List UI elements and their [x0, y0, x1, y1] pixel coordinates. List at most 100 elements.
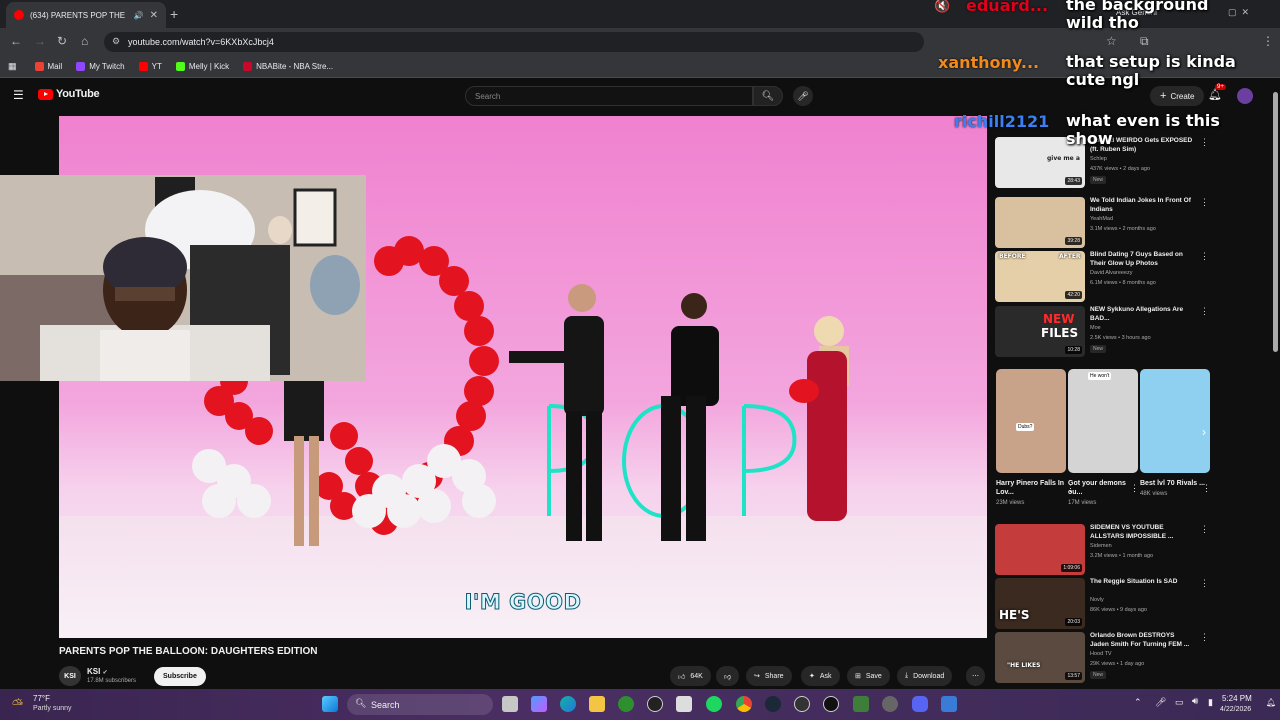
video-thumbnail[interactable]: 20:03 HE'S	[995, 578, 1085, 629]
short-title[interactable]: Best lvl 70 Rivals ...	[1140, 479, 1210, 488]
edge-icon[interactable]	[560, 696, 576, 712]
terminal-icon[interactable]	[823, 696, 839, 712]
xbox-icon[interactable]	[618, 696, 634, 712]
weather-temperature[interactable]: 77°F	[33, 694, 50, 703]
short-item[interactable]: Best lvl 70 Rivals ... 48K views ⋮	[1140, 369, 1211, 497]
speaker-icon[interactable]: 🔊	[134, 11, 144, 20]
forward-icon[interactable]: →	[34, 34, 46, 48]
shorts-next-arrow-icon[interactable]: ›	[1202, 425, 1206, 439]
tray-overflow-icon[interactable]: ⌃	[1134, 697, 1142, 708]
create-button[interactable]: + Create	[1150, 86, 1205, 106]
back-icon[interactable]: ←	[10, 34, 22, 48]
home-icon[interactable]: ⌂	[81, 34, 88, 48]
more-options-icon[interactable]: ⋮	[1200, 524, 1209, 535]
task-view-icon[interactable]	[502, 696, 518, 712]
short-item[interactable]: Dubs? Harry Pinero Falls In Lov... 23M vie…	[996, 369, 1075, 506]
windows-start-icon[interactable]	[322, 696, 338, 712]
recommendation-channel[interactable]: Hood TV	[1090, 651, 1112, 657]
clock-date[interactable]: 4/22/2026	[1220, 706, 1251, 713]
app-icon[interactable]	[941, 696, 957, 712]
recommendation-title[interactable]: Blind Dating 7 Guys Based on Their Glow …	[1090, 251, 1195, 268]
recommendation-item[interactable]: 13:57 "HE LIKES Orlando Brown DESTROYS Jad…	[995, 632, 1209, 684]
reload-icon[interactable]: ↻	[57, 34, 67, 48]
dislike-button[interactable]: 👎︎	[716, 666, 740, 686]
recommendation-channel[interactable]: Sidemen	[1090, 543, 1112, 549]
bookmark-yt[interactable]: YT	[138, 62, 162, 71]
video-thumbnail[interactable]: 42:20 BEFORE AFTER	[995, 251, 1085, 302]
bookmark-mail[interactable]: Mail	[34, 62, 62, 71]
bookmark-kick[interactable]: Melly | Kick	[175, 62, 229, 71]
more-options-icon[interactable]: ⋮	[1130, 483, 1139, 494]
recommendation-item[interactable]: 39:28 We Told Indian Jokes In Front Of In…	[995, 197, 1209, 249]
more-options-icon[interactable]: ⋮	[1200, 197, 1209, 208]
recommendation-channel[interactable]: Novly	[1090, 597, 1104, 603]
more-options-icon[interactable]: ⋮	[1200, 251, 1209, 262]
extensions-icon[interactable]: ⧉	[1140, 34, 1149, 49]
apps-icon[interactable]: ▦	[8, 61, 17, 72]
share-button[interactable]: ↪ Share	[746, 666, 792, 686]
recommendation-title[interactable]: Orlando Brown DESTROYS Jaden Smith For T…	[1090, 632, 1195, 649]
voice-search-button[interactable]: 🎤︎	[793, 86, 813, 106]
more-options-icon[interactable]: ⋮	[1200, 578, 1209, 589]
muted-speaker-icon[interactable]: 🔇	[934, 0, 950, 14]
channel-name[interactable]: KSI ✔	[87, 667, 108, 676]
recommendation-channel[interactable]: David Alvareeezy	[1090, 270, 1133, 276]
close-tab-icon[interactable]: ✕	[150, 10, 158, 21]
bookmark-nbabite[interactable]: NBABite - NBA Stre...	[243, 62, 333, 71]
recommendation-title[interactable]: The Reggie Situation Is SAD	[1090, 578, 1195, 587]
notifications-button[interactable]: 🔔︎ 9+	[1208, 84, 1226, 101]
bookmark-twitch[interactable]: My Twitch	[76, 62, 125, 71]
download-button[interactable]: ⤓ Download	[897, 666, 953, 686]
recommendation-channel[interactable]: Schlep	[1090, 156, 1107, 162]
video-thumbnail[interactable]: 10:28 NEW FILES	[995, 306, 1085, 357]
menu-icon[interactable]: ⋮	[1262, 34, 1274, 48]
hamburger-menu-icon[interactable]: ☰	[13, 88, 24, 102]
recommendation-title[interactable]: NEW Sykkuno Allegations Are BAD...	[1090, 306, 1195, 323]
photos-icon[interactable]	[853, 696, 869, 712]
short-title[interactable]: Got your demons ou...	[1068, 479, 1138, 497]
recommendation-title[interactable]: SIDEMEN VS YOUTUBE ALLSTARS IMPOSSIBLE .…	[1090, 524, 1195, 541]
notification-center-icon[interactable]: 🔔︎	[1266, 698, 1276, 707]
chrome-icon[interactable]	[736, 696, 752, 712]
taskbar-search[interactable]: 🔍︎ Search	[347, 694, 493, 715]
scrollbar-thumb[interactable]	[1273, 92, 1278, 352]
video-thumbnail[interactable]: 1:09:06	[995, 524, 1085, 575]
account-avatar[interactable]	[1237, 88, 1253, 104]
ask-button[interactable]: ✦ Ask	[801, 666, 840, 686]
battery-icon[interactable]: ▮	[1208, 697, 1213, 708]
recommendation-item[interactable]: 10:28 NEW FILES NEW Sykkuno Allegations Are…	[995, 306, 1209, 358]
short-item[interactable]: He won't Got your demons ou... 17M views ⋮	[1068, 369, 1139, 506]
new-tab-button[interactable]: +	[170, 6, 178, 22]
media-player-icon[interactable]	[794, 696, 810, 712]
channel-avatar[interactable]: KSI	[59, 666, 81, 686]
recommendation-channel[interactable]: YeahMad	[1090, 216, 1113, 222]
short-thumbnail[interactable]: He won't	[1068, 369, 1138, 473]
weather-icon[interactable]: ⛅︎	[12, 696, 23, 713]
search-input[interactable]: Search	[465, 86, 753, 106]
spotify-icon[interactable]	[706, 696, 722, 712]
short-title[interactable]: Harry Pinero Falls In Lov...	[996, 479, 1066, 497]
weather-condition[interactable]: Partly sunny	[33, 705, 72, 712]
network-icon[interactable]: ▭	[1175, 697, 1184, 708]
more-options-icon[interactable]: ⋮	[1200, 632, 1209, 643]
subscribe-button[interactable]: Subscribe	[154, 667, 206, 686]
address-bar[interactable]: ⚙ youtube.com/watch?v=6KXbXcJbcj4	[104, 32, 924, 52]
copilot-icon[interactable]	[531, 696, 547, 712]
discord-icon[interactable]	[912, 696, 928, 712]
obs-icon[interactable]	[882, 696, 898, 712]
github-icon[interactable]	[647, 696, 663, 712]
more-actions-button[interactable]: ⋯	[966, 666, 985, 686]
browser-tab[interactable]: (634) PARENTS POP THE BA 🔊 ✕	[6, 2, 166, 28]
store-icon[interactable]	[676, 696, 692, 712]
short-thumbnail[interactable]	[1140, 369, 1210, 473]
more-options-icon[interactable]: ⋮	[1200, 306, 1209, 317]
more-options-icon[interactable]: ⋮	[1202, 483, 1211, 494]
recommendation-item[interactable]: 1:09:06 SIDEMEN VS YOUTUBE ALLSTARS IMPOS…	[995, 524, 1209, 576]
short-thumbnail[interactable]: Dubs?	[996, 369, 1066, 473]
steam-icon[interactable]	[765, 696, 781, 712]
video-thumbnail[interactable]: 39:28	[995, 197, 1085, 248]
recommendation-item[interactable]: 20:03 HE'S The Reggie Situation Is SAD Novl…	[995, 578, 1209, 630]
recommendation-channel[interactable]: Moe	[1090, 325, 1101, 331]
youtube-logo[interactable]: YouTube	[38, 88, 100, 100]
bookmark-star-icon[interactable]: ☆	[1106, 34, 1117, 48]
